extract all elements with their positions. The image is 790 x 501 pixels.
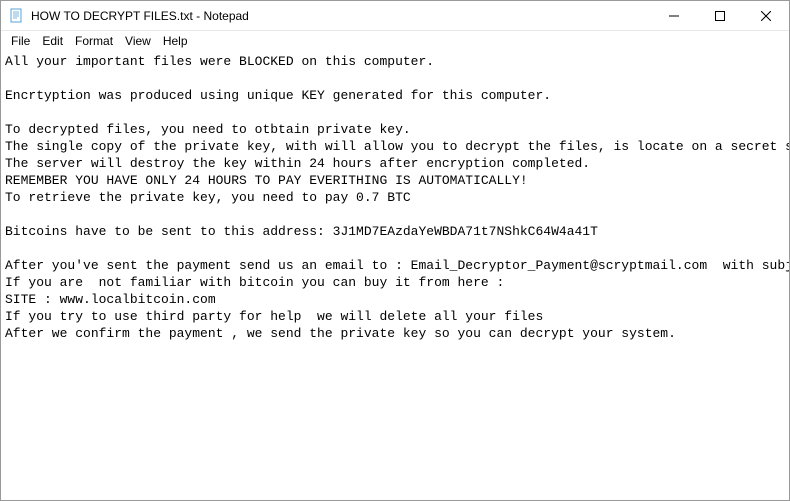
text-line: If you try to use third party for help w… (5, 309, 543, 324)
menu-help[interactable]: Help (157, 33, 194, 49)
close-button[interactable] (743, 1, 789, 30)
text-line: To retrieve the private key, you need to… (5, 190, 411, 205)
text-line: After we confirm the payment , we send t… (5, 326, 676, 341)
text-line: The single copy of the private key, with… (5, 139, 789, 154)
window-title: HOW TO DECRYPT FILES.txt - Notepad (31, 9, 651, 23)
text-line: The server will destroy the key within 2… (5, 156, 590, 171)
notepad-icon (9, 8, 25, 24)
menubar: File Edit Format View Help (1, 31, 789, 51)
text-line: REMEMBER YOU HAVE ONLY 24 HOURS TO PAY E… (5, 173, 528, 188)
text-line: To decrypted files, you need to otbtain … (5, 122, 411, 137)
menu-view[interactable]: View (119, 33, 157, 49)
menu-edit[interactable]: Edit (36, 33, 69, 49)
maximize-button[interactable] (697, 1, 743, 30)
titlebar[interactable]: HOW TO DECRYPT FILES.txt - Notepad (1, 1, 789, 31)
notepad-window: HOW TO DECRYPT FILES.txt - Notepad File … (0, 0, 790, 501)
text-content[interactable]: All your important files were BLOCKED on… (1, 51, 789, 500)
window-controls (651, 1, 789, 30)
text-line: If you are not familiar with bitcoin you… (5, 275, 504, 290)
text-line: After you've sent the payment send us an… (5, 258, 789, 273)
menu-format[interactable]: Format (69, 33, 119, 49)
text-line: Encrtyption was produced using unique KE… (5, 88, 551, 103)
text-line: All your important files were BLOCKED on… (5, 54, 434, 69)
text-line: SITE : www.localbitcoin.com (5, 292, 216, 307)
menu-file[interactable]: File (5, 33, 36, 49)
minimize-button[interactable] (651, 1, 697, 30)
text-line: Bitcoins have to be sent to this address… (5, 224, 598, 239)
